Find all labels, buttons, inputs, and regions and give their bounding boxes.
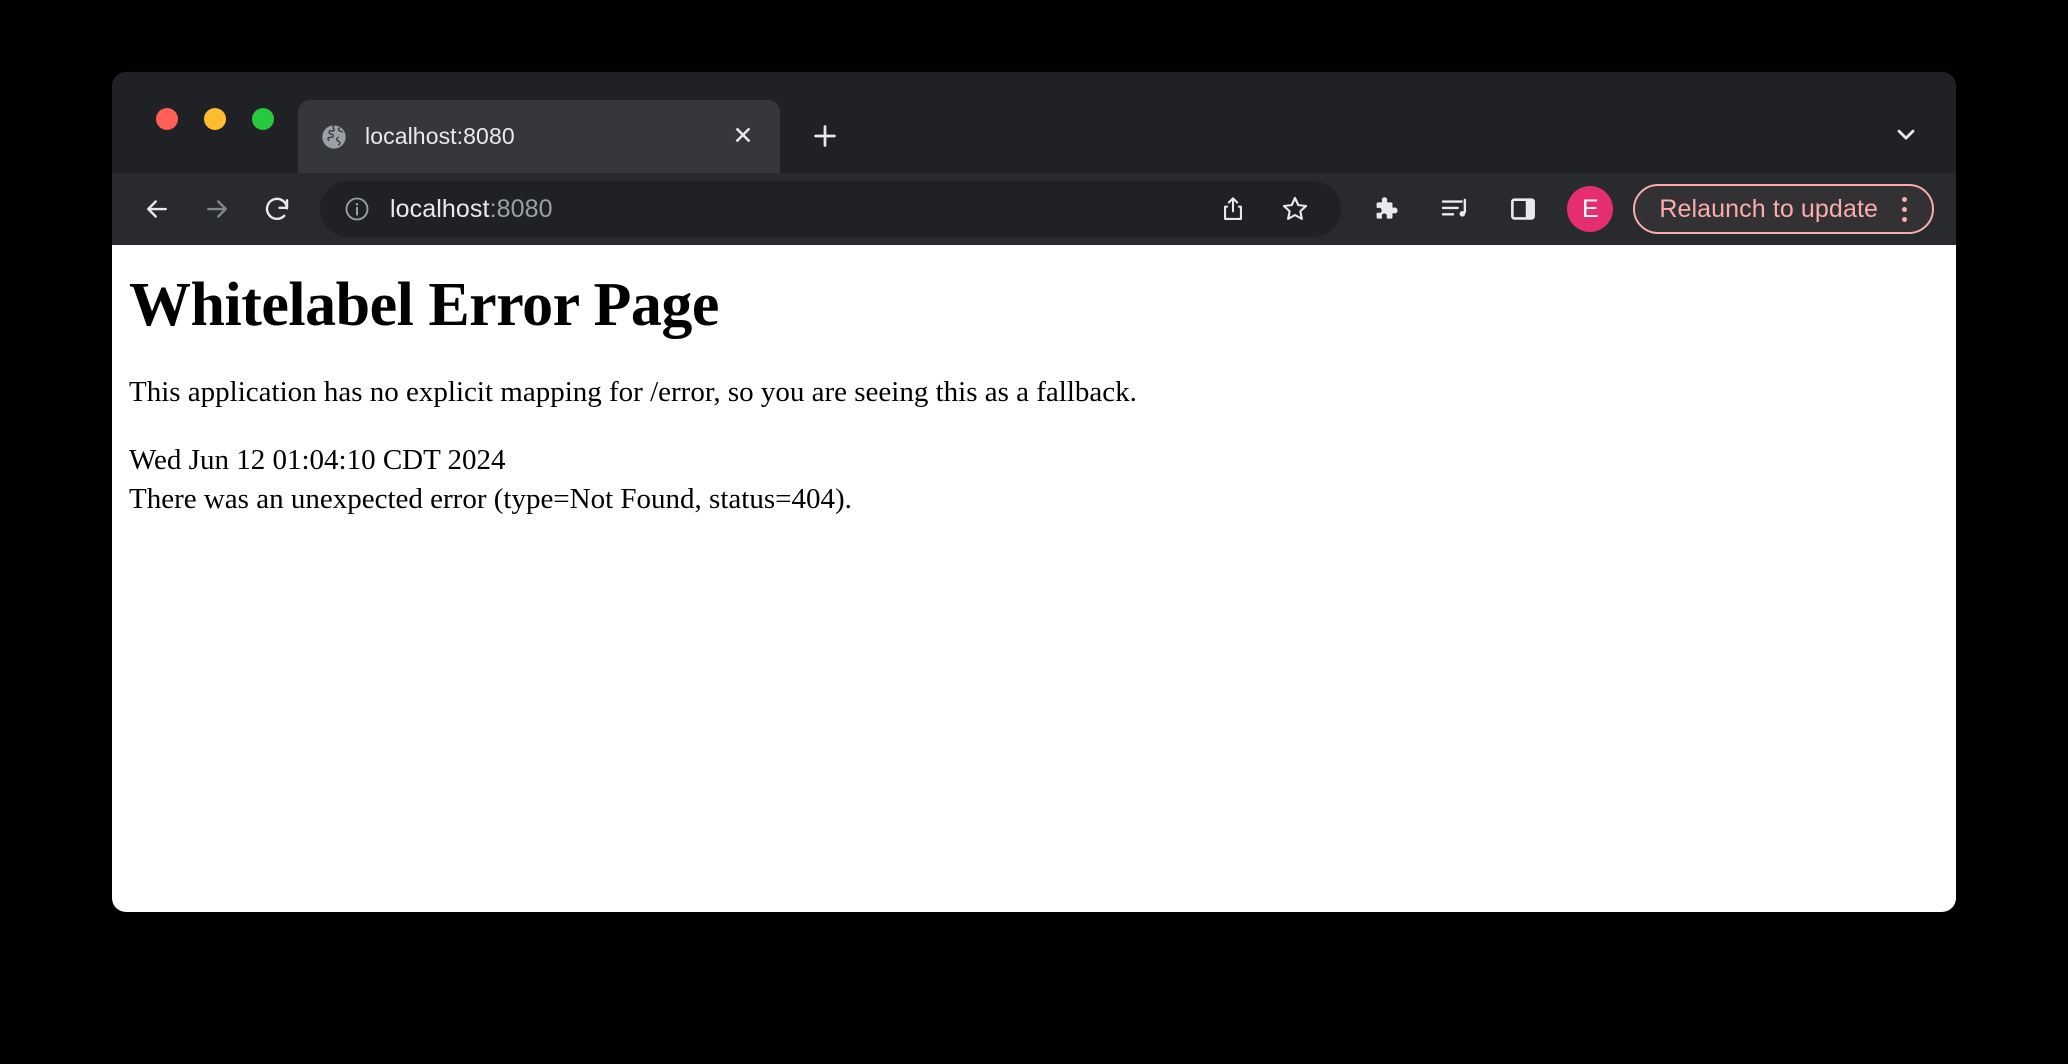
forward-arrow-icon[interactable] [192,184,242,234]
relaunch-to-update-button[interactable]: Relaunch to update [1633,184,1934,234]
star-icon[interactable] [1271,185,1319,233]
browser-window: localhost:8080 ✕ [112,72,1956,912]
page-title: Whitelabel Error Page [129,271,1956,340]
page-description: This application has no explicit mapping… [129,378,1956,407]
zoom-window-button[interactable] [252,108,274,130]
close-window-button[interactable] [156,108,178,130]
info-circle-icon[interactable] [342,194,372,224]
puzzle-icon[interactable] [1363,185,1411,233]
address-bar[interactable]: localhost:8080 [320,181,1341,237]
window-controls [156,108,274,130]
side-panel-icon[interactable] [1499,185,1547,233]
minimize-window-button[interactable] [204,108,226,130]
new-tab-button[interactable] [802,113,848,159]
page-viewport: Whitelabel Error Page This application h… [112,245,1956,912]
toolbar-actions: E Relaunch to update [1363,184,1934,234]
page-body: Whitelabel Error Page This application h… [112,271,1956,519]
tab-title: localhost:8080 [365,123,726,150]
media-playlist-icon[interactable] [1431,185,1479,233]
kebab-menu-icon[interactable] [1886,189,1922,229]
tab-strip: localhost:8080 ✕ [112,72,1956,173]
avatar[interactable]: E [1567,186,1613,232]
globe-icon [320,123,348,151]
browser-toolbar: localhost:8080 [112,173,1956,245]
error-details: Wed Jun 12 01:04:10 CDT 2024 There was a… [129,441,1956,518]
error-timestamp: Wed Jun 12 01:04:10 CDT 2024 [129,441,1956,480]
relaunch-to-update-label: Relaunch to update [1659,195,1878,224]
reload-icon[interactable] [252,184,302,234]
url-port: :8080 [490,195,553,223]
omnibox-actions [1209,185,1323,233]
share-icon[interactable] [1209,185,1257,233]
error-message: There was an unexpected error (type=Not … [129,480,1956,519]
browser-tab-active[interactable]: localhost:8080 ✕ [298,100,780,173]
back-arrow-icon[interactable] [132,184,182,234]
url-text: localhost:8080 [390,195,553,224]
close-tab-button[interactable]: ✕ [726,120,760,154]
chevron-down-icon[interactable] [1884,112,1928,156]
url-host: localhost [390,195,490,223]
